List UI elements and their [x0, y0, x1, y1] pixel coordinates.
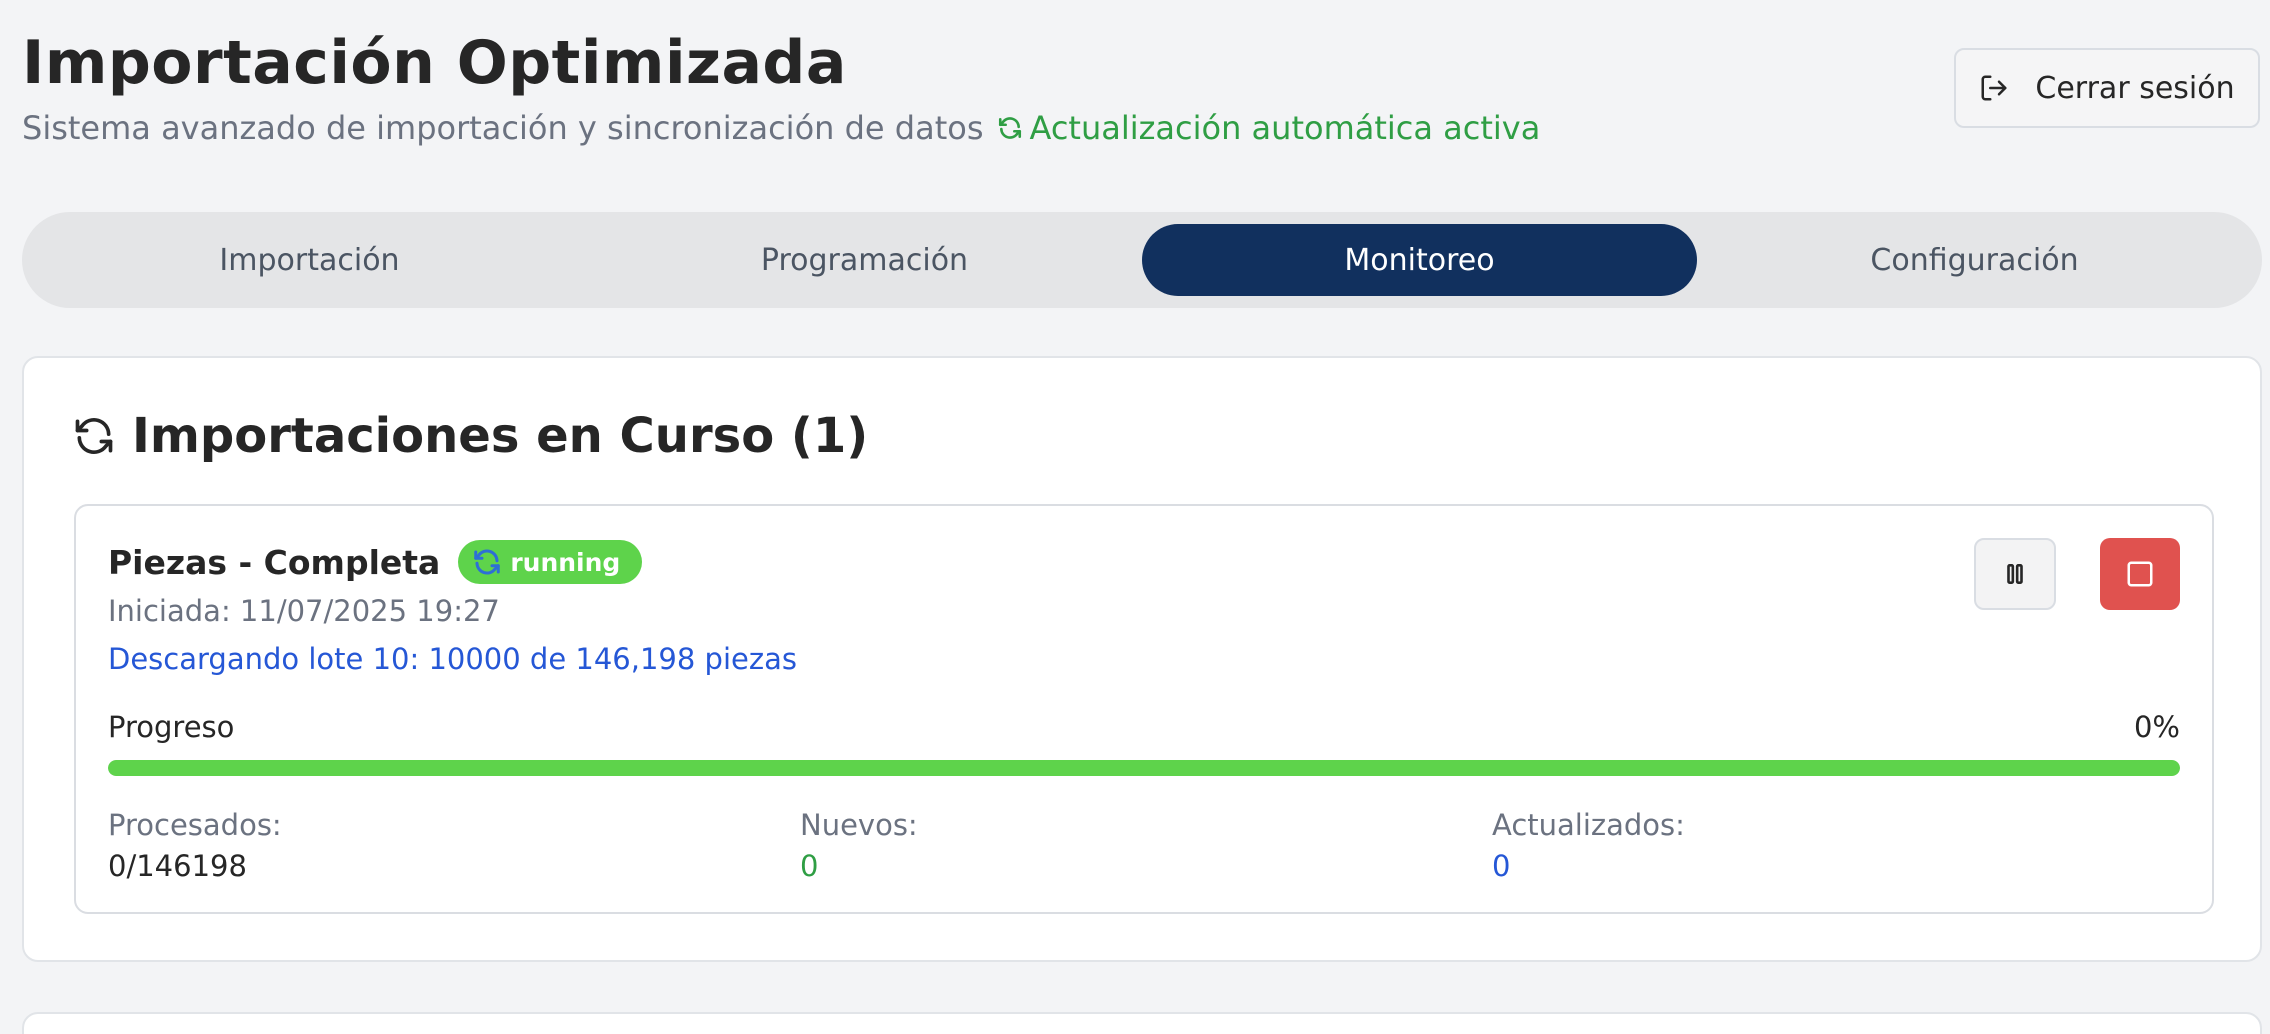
status-badge: running	[458, 540, 643, 584]
stop-button[interactable]	[2100, 538, 2180, 610]
logout-label: Cerrar sesión	[2035, 70, 2235, 106]
active-imports-card: Importaciones en Curso (1) Piezas - Comp…	[22, 356, 2262, 962]
refresh-icon	[999, 117, 1022, 139]
import-job-card: Piezas - Completa running Iniciada: 11/0…	[74, 504, 2214, 914]
stat-new: Nuevos: 0	[800, 804, 1492, 886]
progress-percent: 0%	[2133, 710, 2180, 744]
logout-button[interactable]: Cerrar sesión	[1954, 48, 2260, 128]
tab-monitoreo[interactable]: Monitoreo	[1142, 224, 1697, 296]
auto-update-status: Actualización automática activa	[997, 109, 1540, 147]
job-started-time: Iniciada: 11/07/2025 19:27	[108, 594, 500, 628]
stop-icon	[2127, 561, 2153, 587]
progress-label: Progreso	[108, 710, 235, 744]
job-name: Piezas - Completa	[108, 542, 441, 582]
logout-icon	[1981, 75, 2007, 101]
status-badge-label: running	[510, 547, 621, 577]
tab-importacion[interactable]: Importación	[32, 224, 587, 296]
job-stats: Procesados: 0/146198 Nuevos: 0 Actualiza…	[108, 804, 2184, 886]
subtitle-row: Sistema avanzado de importación y sincro…	[22, 104, 2260, 152]
page-subtitle: Sistema avanzado de importación y sincro…	[22, 109, 984, 147]
stat-label: Actualizados:	[1492, 808, 1685, 842]
refresh-icon	[474, 549, 501, 575]
pause-icon	[2007, 564, 2023, 584]
progress-bar-fill	[108, 760, 2180, 776]
auto-update-label: Actualización automática activa	[1029, 109, 1541, 147]
stat-label: Procesados:	[108, 808, 282, 842]
page-header: Importación Optimizada Sistema avanzado …	[22, 22, 2260, 152]
job-status-message: Descargando lote 10: 10000 de 146,198 pi…	[108, 642, 797, 676]
active-imports-title: Importaciones en Curso (1)	[132, 408, 869, 464]
stat-value: 0/146198	[108, 849, 247, 883]
refresh-icon	[75, 418, 113, 454]
stat-label: Nuevos:	[800, 808, 918, 842]
job-header: Piezas - Completa running	[108, 540, 643, 584]
stat-updated: Actualizados: 0	[1492, 804, 2184, 886]
next-card	[22, 1012, 2262, 1034]
pause-button[interactable]	[1974, 538, 2056, 610]
page: Importación Optimizada Sistema avanzado …	[0, 0, 2270, 1034]
page-title: Importación Optimizada	[22, 28, 847, 98]
progress-bar	[108, 760, 2180, 776]
tab-configuracion[interactable]: Configuración	[1697, 224, 2252, 296]
stat-value: 0	[800, 849, 819, 883]
tab-programacion[interactable]: Programación	[587, 224, 1142, 296]
tab-bar: Importación Programación Monitoreo Confi…	[22, 212, 2262, 308]
active-imports-heading: Importaciones en Curso (1)	[72, 408, 868, 464]
stat-processed: Procesados: 0/146198	[108, 804, 800, 886]
stat-value: 0	[1492, 849, 1511, 883]
